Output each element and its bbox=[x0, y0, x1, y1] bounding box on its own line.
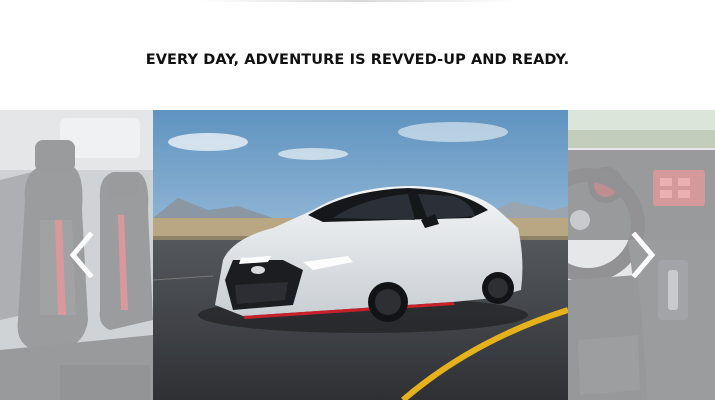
chevron-right-icon bbox=[631, 232, 656, 278]
page-headline: EVERY DAY, ADVENTURE IS REVVED-UP AND RE… bbox=[145, 52, 570, 68]
image-carousel[interactable] bbox=[0, 110, 715, 400]
sedan-road-image bbox=[153, 110, 568, 400]
top-divider bbox=[200, 0, 515, 2]
chevron-left-icon bbox=[69, 232, 94, 278]
carousel-next-button[interactable] bbox=[627, 228, 661, 282]
carousel-slide-sedan[interactable] bbox=[153, 110, 568, 400]
carousel-prev-button[interactable] bbox=[64, 228, 98, 282]
